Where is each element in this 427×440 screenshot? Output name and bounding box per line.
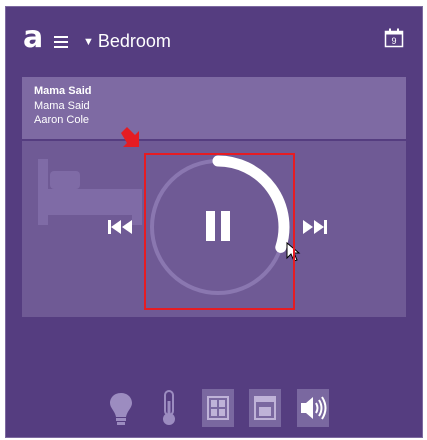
thermometer-icon[interactable] [153, 389, 185, 427]
album-name: Mama Said [34, 100, 90, 112]
shades-icon[interactable] [249, 389, 281, 427]
mouse-cursor-icon [286, 241, 301, 262]
annotation-arrow-icon [121, 127, 139, 147]
app-window: a ▼ Bedroom 9 Mama Said Mama Said Aaron … [5, 6, 423, 438]
window-icon[interactable] [202, 389, 234, 427]
calendar-day: 9 [391, 36, 396, 46]
lightbulb-icon[interactable] [105, 389, 137, 427]
caret-down-icon: ▼ [83, 35, 94, 48]
previous-track-button[interactable] [106, 217, 134, 237]
next-track-button[interactable] [301, 217, 329, 237]
room-selector[interactable]: ▼ Bedroom [83, 31, 171, 52]
calendar-icon[interactable]: 9 [384, 28, 404, 48]
hamburger-menu-icon[interactable] [54, 36, 68, 48]
artist-name: Aaron Cole [34, 114, 90, 126]
track-title: Mama Said [34, 85, 92, 97]
speaker-icon[interactable] [297, 389, 329, 427]
now-playing-info: Mama Said Mama Said Aaron Cole [22, 77, 406, 139]
app-logo: a [23, 20, 44, 55]
player-panel [22, 141, 406, 317]
pause-button[interactable] [200, 211, 236, 241]
room-name: Bedroom [97, 31, 171, 51]
